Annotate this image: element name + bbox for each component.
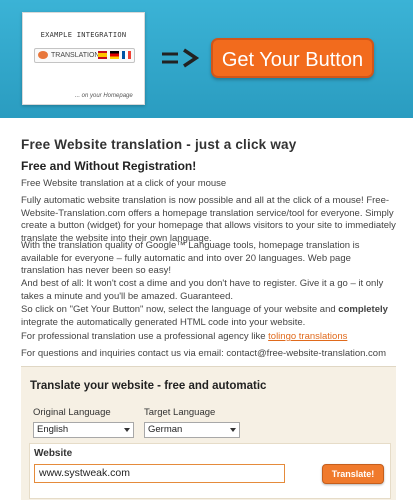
target-language-select[interactable]: German xyxy=(144,422,240,438)
header-banner: EXAMPLE INTEGRATION TRANSLATION ... on y… xyxy=(0,0,413,118)
website-card: Website www.systweak.com Translate! xyxy=(29,443,391,499)
get-your-button[interactable]: Get Your Button xyxy=(211,38,374,78)
chevron-down-icon xyxy=(124,428,130,432)
original-language-select[interactable]: English xyxy=(33,422,134,438)
quality-paragraph: With the translation quality of Google™ … xyxy=(21,240,360,276)
free-paragraph: And best of all: It won't cost a dime an… xyxy=(21,278,384,302)
translation-label: TRANSLATION xyxy=(51,52,100,59)
target-language-value: German xyxy=(148,424,183,435)
agency-paragraph: For professional translation use a profe… xyxy=(21,331,396,344)
arrow-right-icon xyxy=(162,48,200,68)
tolingo-link[interactable]: tolingo translations xyxy=(268,331,347,342)
chevron-down-icon xyxy=(230,428,236,432)
example-integration-title: EXAMPLE INTEGRATION xyxy=(40,31,127,39)
instructions-text-end: integrate the automatically generated HT… xyxy=(21,316,306,328)
original-language-label: Original Language xyxy=(33,407,111,418)
homepage-caption: ... on your Homepage xyxy=(75,93,133,99)
translation-widget-preview: TRANSLATION xyxy=(34,48,135,63)
target-language-label: Target Language xyxy=(144,407,216,418)
translate-button[interactable]: Translate! xyxy=(322,464,384,484)
intro-paragraph: Free Website translation at a click of y… xyxy=(21,178,227,189)
website-label: Website xyxy=(34,448,73,459)
widget-title: Translate your website - free and automa… xyxy=(30,380,267,392)
example-integration-card: EXAMPLE INTEGRATION TRANSLATION ... on y… xyxy=(22,12,145,105)
flag-germany-icon xyxy=(110,51,119,59)
page-title: Free Website translation - just a click … xyxy=(21,137,297,152)
description-paragraph: Fully automatic website translation is n… xyxy=(21,195,396,244)
website-url-input[interactable]: www.systweak.com xyxy=(34,464,285,483)
instructions-text: So click on "Get Your Button" now, selec… xyxy=(21,304,339,315)
translate-widget: Translate your website - free and automa… xyxy=(21,366,396,500)
original-language-value: English xyxy=(37,424,69,435)
page-subtitle: Free and Without Registration! xyxy=(21,159,197,173)
contact-paragraph: For questions and inquiries contact us v… xyxy=(21,348,387,359)
flag-france-icon xyxy=(122,51,131,59)
speech-bubble-icon xyxy=(38,51,48,59)
agency-text: For professional translation use a profe… xyxy=(21,331,269,342)
instructions-emphasis: completely xyxy=(338,304,388,315)
flag-spain-icon xyxy=(98,51,107,59)
instructions-paragraph: So click on "Get Your Button" now, selec… xyxy=(21,304,396,329)
